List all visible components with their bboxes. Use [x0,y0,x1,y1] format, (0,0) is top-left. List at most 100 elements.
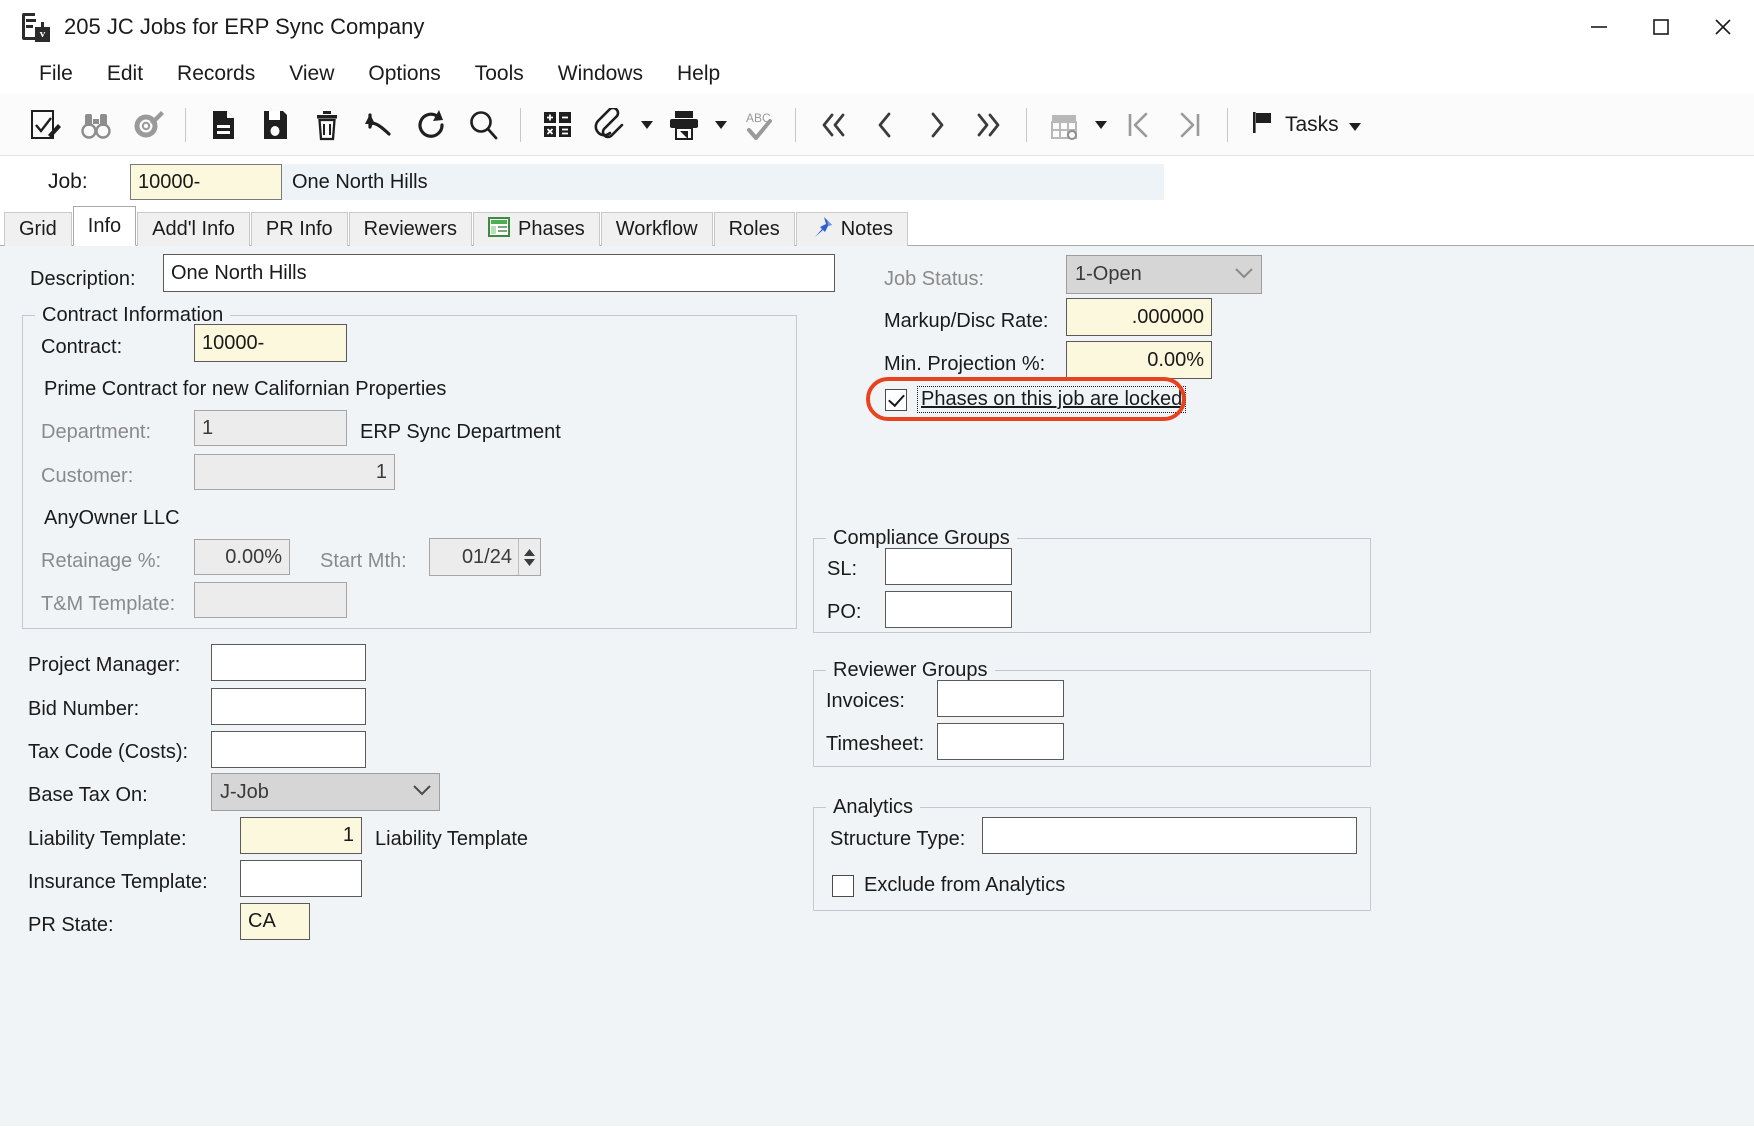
min-projection-label: Min. Projection %: [884,353,1046,375]
info-tab-panel: Description: One North Hills Contract In… [0,246,1754,1126]
grid-settings-icon[interactable] [1038,99,1090,151]
tab-reviewers[interactable]: Reviewers [348,212,472,246]
gear-pencil-icon[interactable] [122,99,174,151]
menu-options[interactable]: Options [351,58,457,90]
structure-type-input[interactable] [982,817,1357,854]
menu-view[interactable]: View [272,58,351,90]
tasks-button[interactable]: Tasks [1239,99,1371,151]
pr-state-input[interactable]: CA [240,903,310,940]
reviewer-timesheet-label: Timesheet: [826,733,925,755]
start-month-arrows-icon[interactable] [518,539,540,575]
printer-icon[interactable] [658,99,710,151]
start-month-value: 01/24 [461,545,512,568]
tab-label: PR Info [265,218,333,240]
reviewer-groups-legend: Reviewer Groups [833,659,988,681]
menu-edit[interactable]: Edit [90,58,160,90]
tab-notes[interactable]: Notes [795,212,908,246]
exclude-analytics-label: Exclude from Analytics [864,874,1066,896]
paperclip-attachment-icon[interactable] [584,99,636,151]
compliance-sl-input[interactable] [885,548,1012,585]
insurance-template-input[interactable] [240,860,362,897]
next-chevron-icon[interactable] [911,99,963,151]
menu-tools[interactable]: Tools [458,58,541,90]
menu-records[interactable]: Records [160,58,272,90]
tab-phases[interactable]: Phases [472,212,600,246]
markup-disc-rate-input[interactable]: .000000 [1066,298,1212,336]
binoculars-search-icon[interactable] [70,99,122,151]
tab-info[interactable]: Info [72,206,137,246]
tax-code-costs-input[interactable] [211,731,366,768]
menu-help[interactable]: Help [660,58,737,90]
tab-roles[interactable]: Roles [713,212,795,246]
grid-dropdown-caret-icon[interactable] [1090,99,1112,151]
reviewer-invoices-input[interactable] [937,680,1064,717]
blue-pin-icon [811,216,833,244]
close-button[interactable] [1692,0,1754,54]
job-number-input[interactable]: 10000- [130,164,282,200]
customer-label: Customer: [41,465,134,487]
go-last-record-icon[interactable] [1164,99,1216,151]
job-status-value: 1-Open [1075,263,1142,285]
department-label: Department: [41,421,152,443]
analytics-legend: Analytics [833,796,914,818]
window-controls [1568,0,1754,54]
spellcheck-abc-icon[interactable]: ABC [732,99,784,151]
tab-label: Reviewers [363,218,457,240]
magnifier-search-icon[interactable] [457,99,509,151]
app-icon: v [20,12,50,42]
project-manager-input[interactable] [211,644,366,681]
undo-icon[interactable] [353,99,405,151]
green-list-icon [487,216,510,243]
last-double-chevron-icon[interactable] [963,99,1015,151]
phases-locked-checkbox-row[interactable]: Phases on this job are locked [885,386,1187,413]
start-month-spinner[interactable]: 01/24 [429,538,541,576]
job-status-label: Job Status: [884,268,985,290]
tab-label: Info [87,214,122,237]
exclude-analytics-row[interactable]: Exclude from Analytics [832,874,1065,897]
calculator-icon[interactable] [532,99,584,151]
flag-tasks-icon [1249,109,1275,141]
previous-chevron-icon[interactable] [859,99,911,151]
base-tax-on-label: Base Tax On: [28,784,148,806]
go-first-record-icon[interactable] [1112,99,1164,151]
description-input[interactable]: One North Hills [163,254,835,292]
base-tax-on-select[interactable]: J-Job [211,773,440,811]
attachment-dropdown-caret-icon[interactable] [636,99,658,151]
tax-code-costs-label: Tax Code (Costs): [28,741,189,763]
toolbar-separator [1227,107,1228,142]
tab-label: Notes [840,218,893,240]
delete-trash-icon[interactable] [301,99,353,151]
tab-grid[interactable]: Grid [4,212,72,246]
liability-template-input[interactable]: 1 [240,817,362,854]
redo-icon[interactable] [405,99,457,151]
bid-number-input[interactable] [211,688,366,725]
contract-description-text: Prime Contract for new Californian Prope… [44,378,447,400]
structure-type-label: Structure Type: [830,828,966,850]
exclude-analytics-checkbox[interactable] [832,874,854,897]
phases-locked-checkbox[interactable] [885,388,907,411]
tab-workflow[interactable]: Workflow [600,212,713,246]
reviewer-timesheet-input[interactable] [937,723,1064,760]
tab-addl-info[interactable]: Add'l Info [137,212,250,246]
menu-file[interactable]: File [22,58,90,90]
toolbar-separator [795,107,796,142]
save-icon[interactable] [249,99,301,151]
print-dropdown-caret-icon[interactable] [710,99,732,151]
compliance-groups-legend: Compliance Groups [833,527,1010,549]
tm-template-input [194,582,347,618]
min-projection-input[interactable]: 0.00% [1066,341,1212,379]
edit-record-icon[interactable] [18,99,70,151]
toolbar-separator [520,107,521,142]
base-tax-on-value: J-Job [220,780,269,803]
contract-input[interactable]: 10000- [194,324,347,362]
new-document-icon[interactable] [197,99,249,151]
tab-pr-info[interactable]: PR Info [250,212,348,246]
liability-template-label: Liability Template: [28,828,187,850]
compliance-po-input[interactable] [885,591,1012,628]
tab-label: Add'l Info [152,218,235,240]
first-double-chevron-icon[interactable] [807,99,859,151]
maximize-button[interactable] [1630,0,1692,54]
job-header-row: Job: 10000- One North Hills [0,156,1754,208]
menu-windows[interactable]: Windows [541,58,660,90]
minimize-button[interactable] [1568,0,1630,54]
